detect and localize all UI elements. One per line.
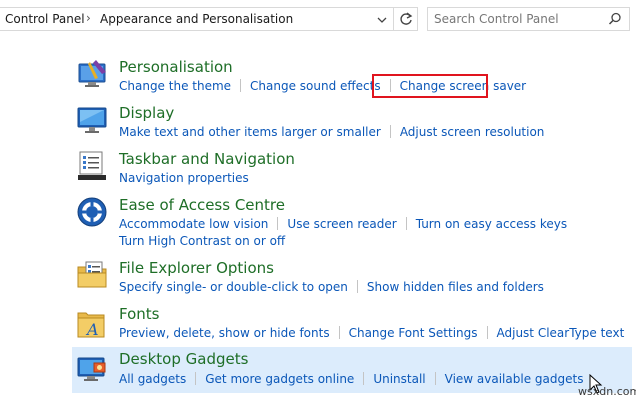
search-input[interactable]	[434, 10, 604, 28]
link-change-sound-effects[interactable]: Change sound effects	[250, 79, 381, 93]
svg-text:A: A	[85, 320, 99, 339]
category-ease-of-access: Ease of Access Centre Accommodate low vi…	[72, 194, 632, 252]
divider	[356, 280, 358, 293]
divider	[486, 326, 488, 339]
divider	[434, 372, 436, 385]
category-title[interactable]: Desktop Gadgets	[119, 350, 248, 368]
link-cleartype[interactable]: Adjust ClearType text	[497, 326, 625, 340]
category-links: Specify single- or double-click to open S…	[119, 280, 544, 294]
link-font-settings[interactable]: Change Font Settings	[349, 326, 478, 340]
breadcrumb[interactable]: Control Panel › Appearance and Personali…	[0, 7, 418, 31]
highlight-box	[372, 74, 488, 98]
link-low-vision[interactable]: Accommodate low vision	[119, 217, 268, 231]
search-box[interactable]	[427, 7, 630, 31]
display-icon[interactable]	[76, 104, 108, 136]
category-links: Navigation properties	[119, 171, 249, 185]
breadcrumb-appearance[interactable]: Appearance and Personalisation	[100, 12, 293, 26]
category-title[interactable]: Fonts	[119, 305, 159, 323]
link-all-gadgets[interactable]: All gadgets	[119, 372, 186, 386]
breadcrumb-control-panel[interactable]: Control Panel	[5, 12, 85, 26]
category-personalisation: Personalisation Change the theme Change s…	[72, 56, 632, 100]
divider	[240, 79, 242, 92]
ease-of-access-icon[interactable]	[76, 196, 108, 228]
desktop-gadgets-icon[interactable]	[76, 353, 108, 385]
link-preview-fonts[interactable]: Preview, delete, show or hide fonts	[119, 326, 330, 340]
category-title[interactable]: Ease of Access Centre	[119, 196, 285, 214]
file-explorer-options-icon[interactable]	[76, 259, 108, 291]
fonts-icon[interactable]: A	[76, 307, 108, 339]
category-title[interactable]: File Explorer Options	[119, 259, 274, 277]
breadcrumb-separator-icon[interactable]: ›	[86, 11, 91, 25]
category-title[interactable]: Display	[119, 104, 174, 122]
taskbar-icon[interactable]	[76, 150, 108, 182]
refresh-button[interactable]	[393, 8, 417, 30]
category-links: Turn High Contrast on or off	[119, 234, 285, 248]
link-uninstall[interactable]: Uninstall	[373, 372, 425, 386]
search-icon[interactable]	[608, 12, 622, 26]
category-taskbar: Taskbar and Navigation Navigation proper…	[72, 148, 632, 188]
divider	[405, 217, 407, 230]
link-screen-reader[interactable]: Use screen reader	[287, 217, 396, 231]
link-single-double-click[interactable]: Specify single- or double-click to open	[119, 280, 348, 294]
link-easy-access-keys[interactable]: Turn on easy access keys	[416, 217, 567, 231]
link-high-contrast[interactable]: Turn High Contrast on or off	[119, 234, 285, 248]
link-change-theme[interactable]: Change the theme	[119, 79, 231, 93]
category-links: Preview, delete, show or hide fonts Chang…	[119, 326, 624, 340]
watermark: wsxdn.com	[578, 385, 636, 398]
category-desktop-gadgets[interactable]: Desktop Gadgets All gadgets Get more gadg…	[72, 347, 632, 393]
category-display: Display Make text and other items larger…	[72, 102, 632, 146]
category-links: Make text and other items larger or smal…	[119, 125, 544, 139]
divider	[277, 217, 279, 230]
category-title[interactable]: Personalisation	[119, 58, 233, 76]
category-links: All gadgets Get more gadgets online Uninst…	[119, 372, 583, 386]
category-file-explorer: File Explorer Options Specify single- or…	[72, 257, 632, 299]
divider	[363, 372, 365, 385]
link-view-available-gadgets[interactable]: View available gadgets	[445, 372, 584, 386]
divider	[338, 326, 340, 339]
link-more-gadgets-online[interactable]: Get more gadgets online	[205, 372, 354, 386]
chevron-down-icon[interactable]	[375, 13, 389, 27]
category-links: Accommodate low vision Use screen reader T…	[119, 217, 567, 231]
divider	[389, 125, 391, 138]
personalisation-icon[interactable]	[76, 58, 108, 90]
refresh-icon	[400, 12, 413, 25]
link-text-size[interactable]: Make text and other items larger or smal…	[119, 125, 381, 139]
link-hidden-files[interactable]: Show hidden files and folders	[367, 280, 544, 294]
category-fonts: A Fonts Preview, delete, show or hide fo…	[72, 303, 632, 345]
category-title[interactable]: Taskbar and Navigation	[119, 150, 295, 168]
divider	[195, 372, 197, 385]
address-bar: Control Panel › Appearance and Personali…	[0, 0, 636, 38]
link-navigation-properties[interactable]: Navigation properties	[119, 171, 249, 185]
link-screen-resolution[interactable]: Adjust screen resolution	[400, 125, 545, 139]
